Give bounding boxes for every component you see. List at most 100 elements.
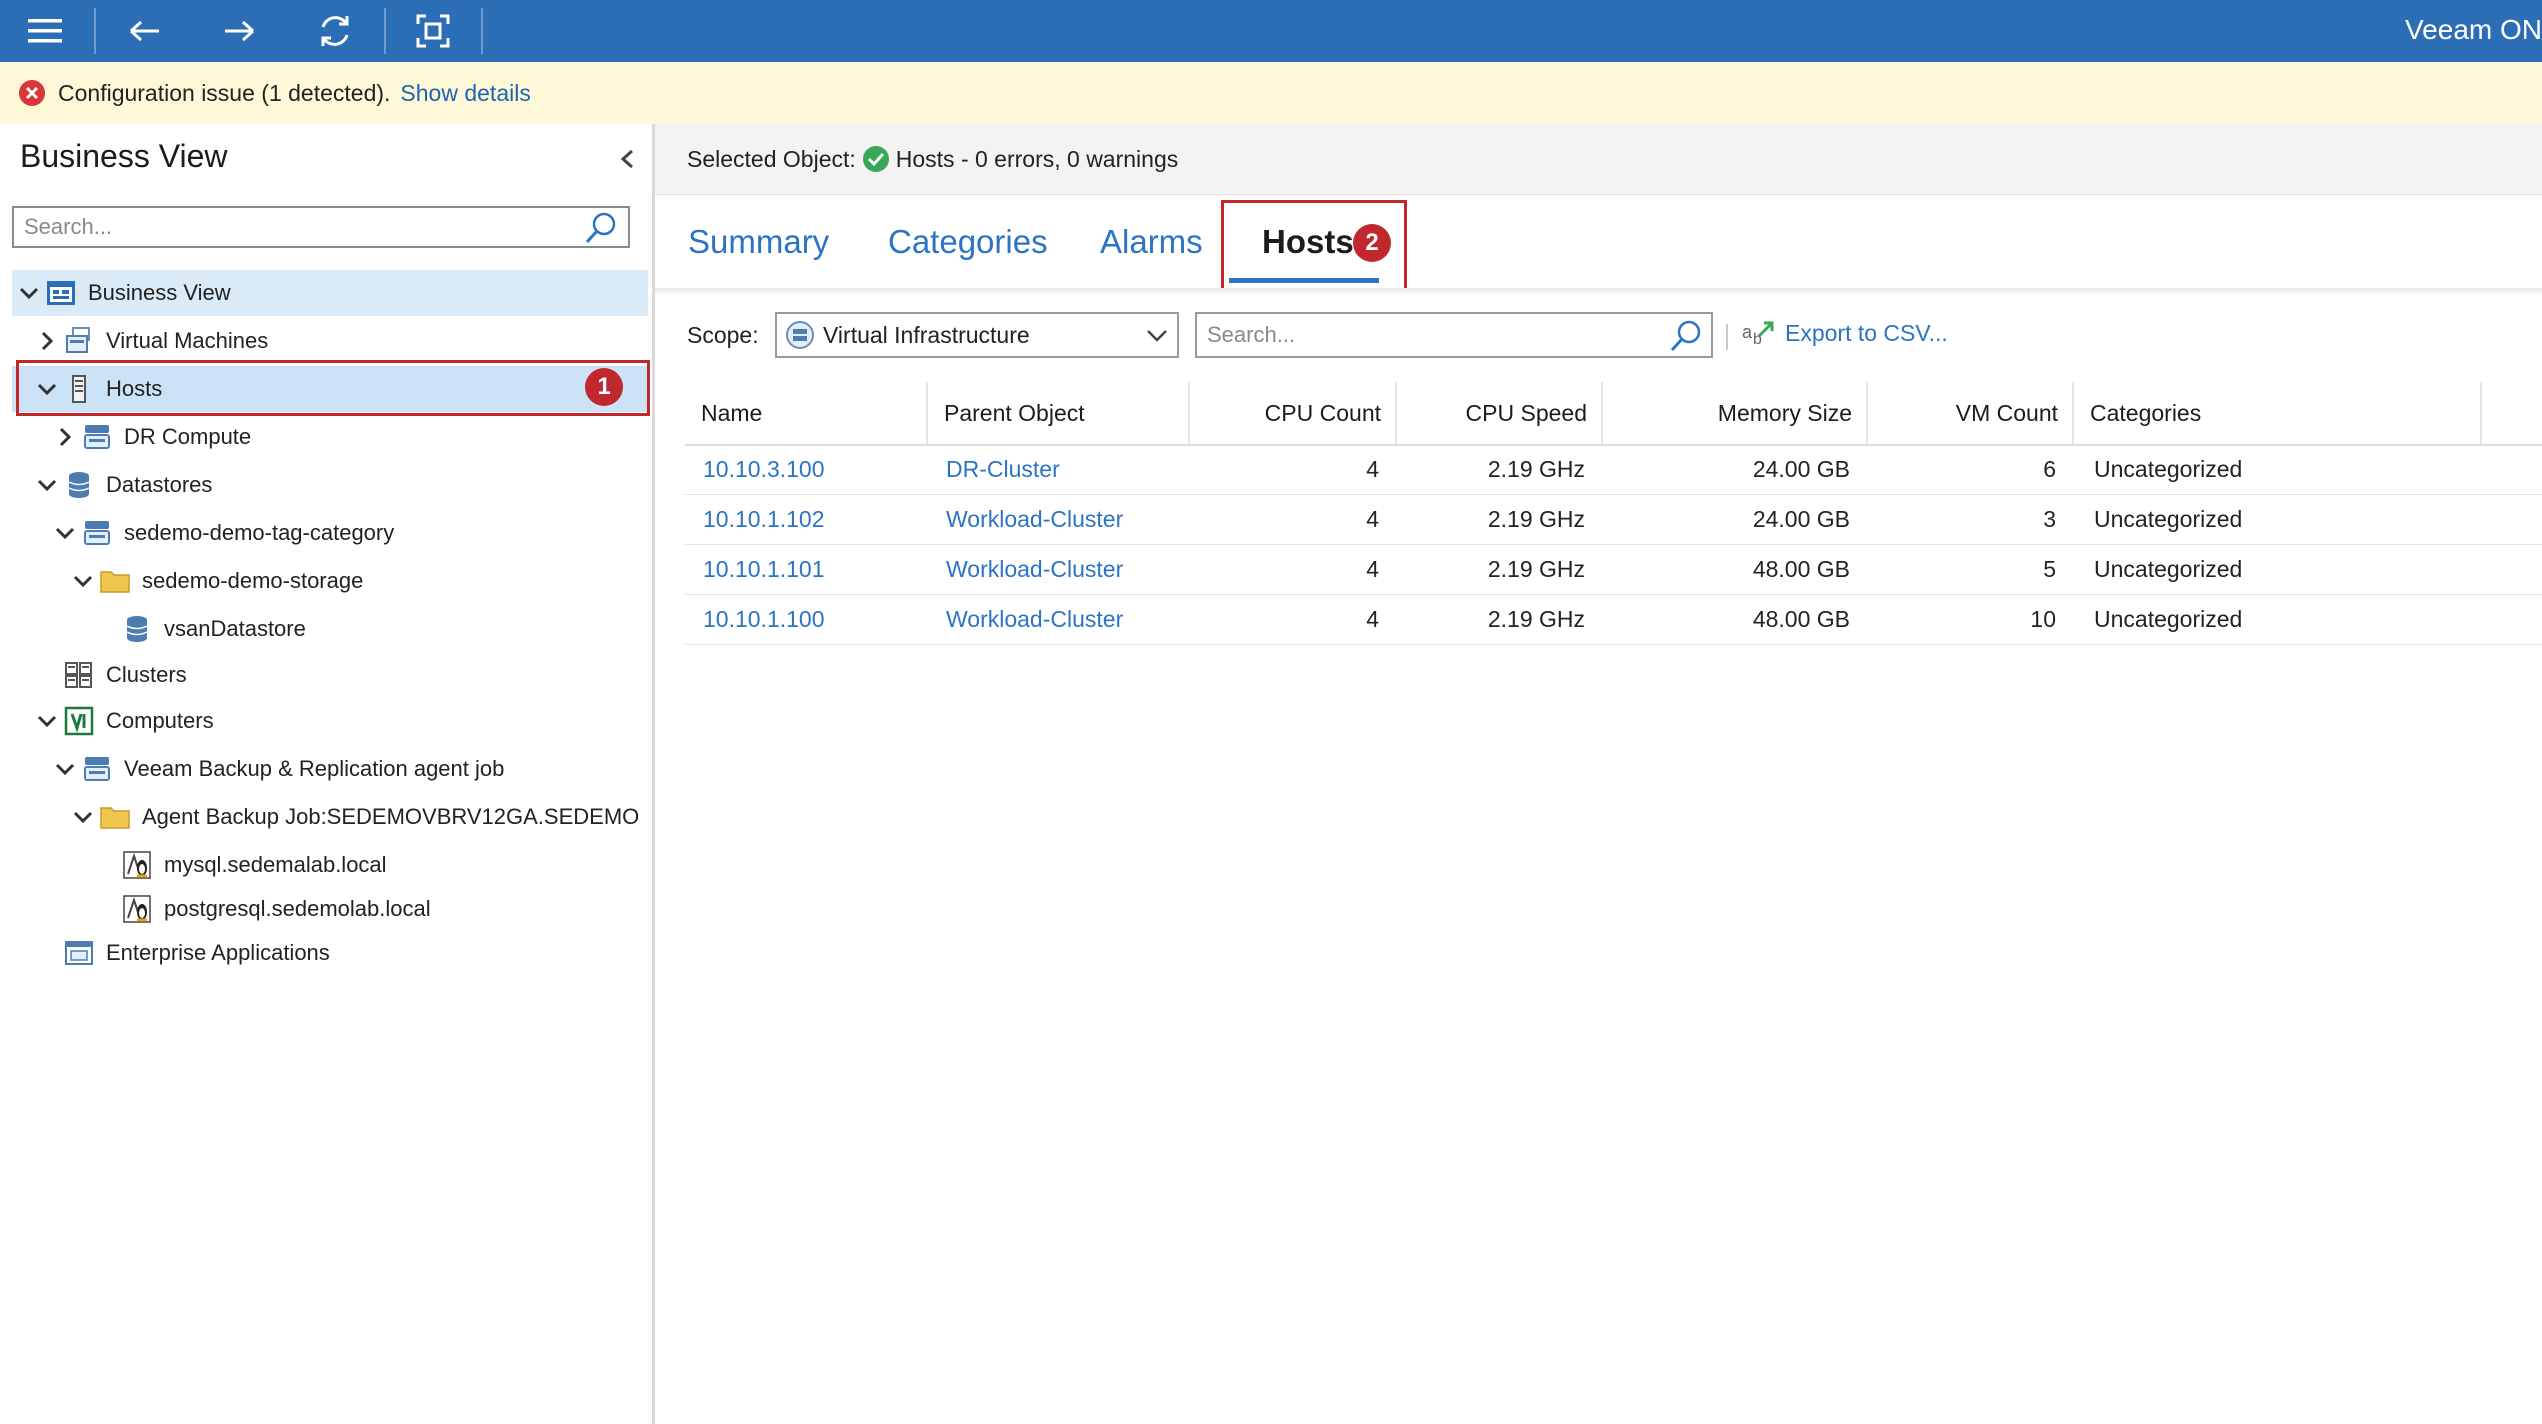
tab-summary[interactable]: Summary [688,196,829,288]
tree-item-mysql-sedemalab-local[interactable]: mysql.sedemalab.local [94,842,387,888]
annotation-badge-2: 2 [1353,224,1391,262]
cell-parent[interactable]: Workload-Cluster [928,544,1190,594]
toolbar-divider [94,8,96,54]
enterprise-apps-icon [64,938,94,968]
chevron-down-icon[interactable] [36,474,58,496]
search-icon[interactable] [584,211,618,245]
tree-item-veeam-backup-replication-agent-job[interactable]: Veeam Backup & Replication agent job [54,746,504,792]
selected-object-status: Hosts - 0 errors, 0 warnings [895,145,1179,172]
export-csv-button[interactable]: ab Export to CSV... [1741,318,1948,349]
cell-parent[interactable]: DR-Cluster [928,444,1190,494]
column-header-vm-count[interactable]: VM Count [1868,382,2074,444]
search-icon[interactable] [1669,319,1703,353]
tree-item-clusters[interactable]: Clusters [36,652,187,698]
menu-icon[interactable] [22,8,68,54]
tree-item-label: Agent Backup Job:SEDEMOVBRV12GA.SEDEMO [142,804,640,829]
virtual-machines-icon [64,326,94,356]
tree-item-label: Veeam Backup & Replication agent job [124,756,505,781]
tree-item-label: DR Compute [124,424,252,449]
column-header-name[interactable]: Name [685,382,928,444]
toolbar-divider [481,8,483,54]
cell-name[interactable]: 10.10.1.100 [685,594,928,644]
annotation-badge-1: 1 [585,368,623,406]
annotation-box-1 [16,360,650,416]
tab-categories[interactable]: Categories [888,196,1048,288]
chevron-down-icon[interactable] [18,282,40,304]
collapse-panel-icon[interactable] [618,148,636,170]
cell-cpu-count: 4 [1366,605,1379,632]
tree-item-enterprise-applications[interactable]: Enterprise Applications [36,930,330,976]
table-header: Name Parent Object CPU Count CPU Speed Memor… [685,382,2542,446]
folder-icon [100,566,130,596]
table-row[interactable]: 10.10.1.102 Workload-Cluster 4 2.19 GHz 24.0… [685,494,2542,545]
cell-parent[interactable]: Workload-Cluster [928,494,1190,544]
tree-item-dr-compute[interactable]: DR Compute [54,414,251,460]
cell-cpu-speed: 2.19 GHz [1487,605,1585,632]
tree-item-label: sedemo-demo-storage [142,568,364,593]
chevron-down-icon[interactable] [72,806,94,828]
cell-categories: Uncategorized [2094,505,2243,532]
linux-icon [122,894,152,924]
cell-memory-size: 24.00 GB [1752,505,1850,532]
error-icon [18,79,46,107]
left-panel: Business View Business View Virtual Machi… [0,124,655,1424]
tree-item-sedemo-demo-storage[interactable]: sedemo-demo-storage [72,558,363,604]
column-header-cpu-speed[interactable]: CPU Speed [1397,382,1603,444]
table-row[interactable]: 10.10.3.100 DR-Cluster 4 2.19 GHz 24.00 GB 6 U… [685,444,2542,495]
chevron-right-icon[interactable] [36,330,58,352]
forward-arrow-icon[interactable] [216,8,262,54]
chevron-right-icon[interactable] [54,426,76,448]
tree-search-input[interactable] [22,208,566,246]
main-panel: Selected Object: Hosts - 0 errors, 0 war… [655,124,2542,1424]
cell-parent[interactable]: Workload-Cluster [928,594,1190,644]
tree-item-label: Clusters [106,662,187,687]
fullscreen-icon[interactable] [410,8,456,54]
datastore-icon [122,614,152,644]
tree-item-vsandatastore[interactable]: vsanDatastore [94,606,306,652]
success-check-icon [862,145,890,173]
tree-item-business-view[interactable]: Business View [18,270,231,316]
tree-item-agent-backup-job-sedemovbrv12ga-sedemo[interactable]: Agent Backup Job:SEDEMOVBRV12GA.SEDEMO [72,794,639,840]
toolbar-divider [1726,324,1728,350]
category-icon [82,422,112,452]
tree-item-postgresql-sedemolab-local[interactable]: postgresql.sedemolab.local [94,886,431,932]
tree-search-box [12,206,630,248]
chevron-down-icon[interactable] [72,570,94,592]
tab-divider [655,288,2542,296]
cell-cpu-speed: 2.19 GHz [1487,505,1585,532]
show-details-link[interactable]: Show details [400,80,530,107]
export-icon: ab [1741,318,1777,348]
svg-text:a: a [1742,322,1753,342]
hosts-search-input[interactable] [1205,314,1659,356]
column-header-memory-size[interactable]: Memory Size [1603,382,1868,444]
chevron-down-icon[interactable] [54,758,76,780]
back-arrow-icon[interactable] [122,8,168,54]
tree-item-computers[interactable]: Computers [36,698,214,744]
cluster-icon [64,660,94,690]
cell-name[interactable]: 10.10.1.102 [685,494,928,544]
cell-memory-size: 48.00 GB [1752,605,1850,632]
cell-name[interactable]: 10.10.3.100 [685,444,928,494]
cell-cpu-count: 4 [1366,555,1379,582]
tab-alarms[interactable]: Alarms [1100,196,1203,288]
tree-item-virtual-machines[interactable]: Virtual Machines [36,318,268,364]
cell-name[interactable]: 10.10.1.101 [685,544,928,594]
column-header-parent[interactable]: Parent Object [928,382,1190,444]
tree-item-datastores[interactable]: Datastores [36,462,212,508]
refresh-icon[interactable] [312,8,358,54]
scope-dropdown[interactable]: Virtual Infrastructure [775,312,1179,358]
table-row[interactable]: 10.10.1.101 Workload-Cluster 4 2.19 GHz 48.0… [685,544,2542,595]
cell-memory-size: 24.00 GB [1752,455,1850,482]
cell-vm-count: 3 [2043,505,2056,532]
tree-item-label: mysql.sedemalab.local [164,852,387,877]
chevron-down-icon[interactable] [54,522,76,544]
column-header-cpu-count[interactable]: CPU Count [1190,382,1397,444]
cell-vm-count: 10 [2030,605,2056,632]
column-header-categories[interactable]: Categories [2074,382,2482,444]
cell-cpu-speed: 2.19 GHz [1487,455,1585,482]
chevron-down-icon[interactable] [36,710,58,732]
table-row[interactable]: 10.10.1.100 Workload-Cluster 4 2.19 GHz 48.0… [685,594,2542,645]
tree-item-sedemo-demo-tag-category[interactable]: sedemo-demo-tag-category [54,510,394,556]
folder-icon [100,802,130,832]
category-icon [82,518,112,548]
